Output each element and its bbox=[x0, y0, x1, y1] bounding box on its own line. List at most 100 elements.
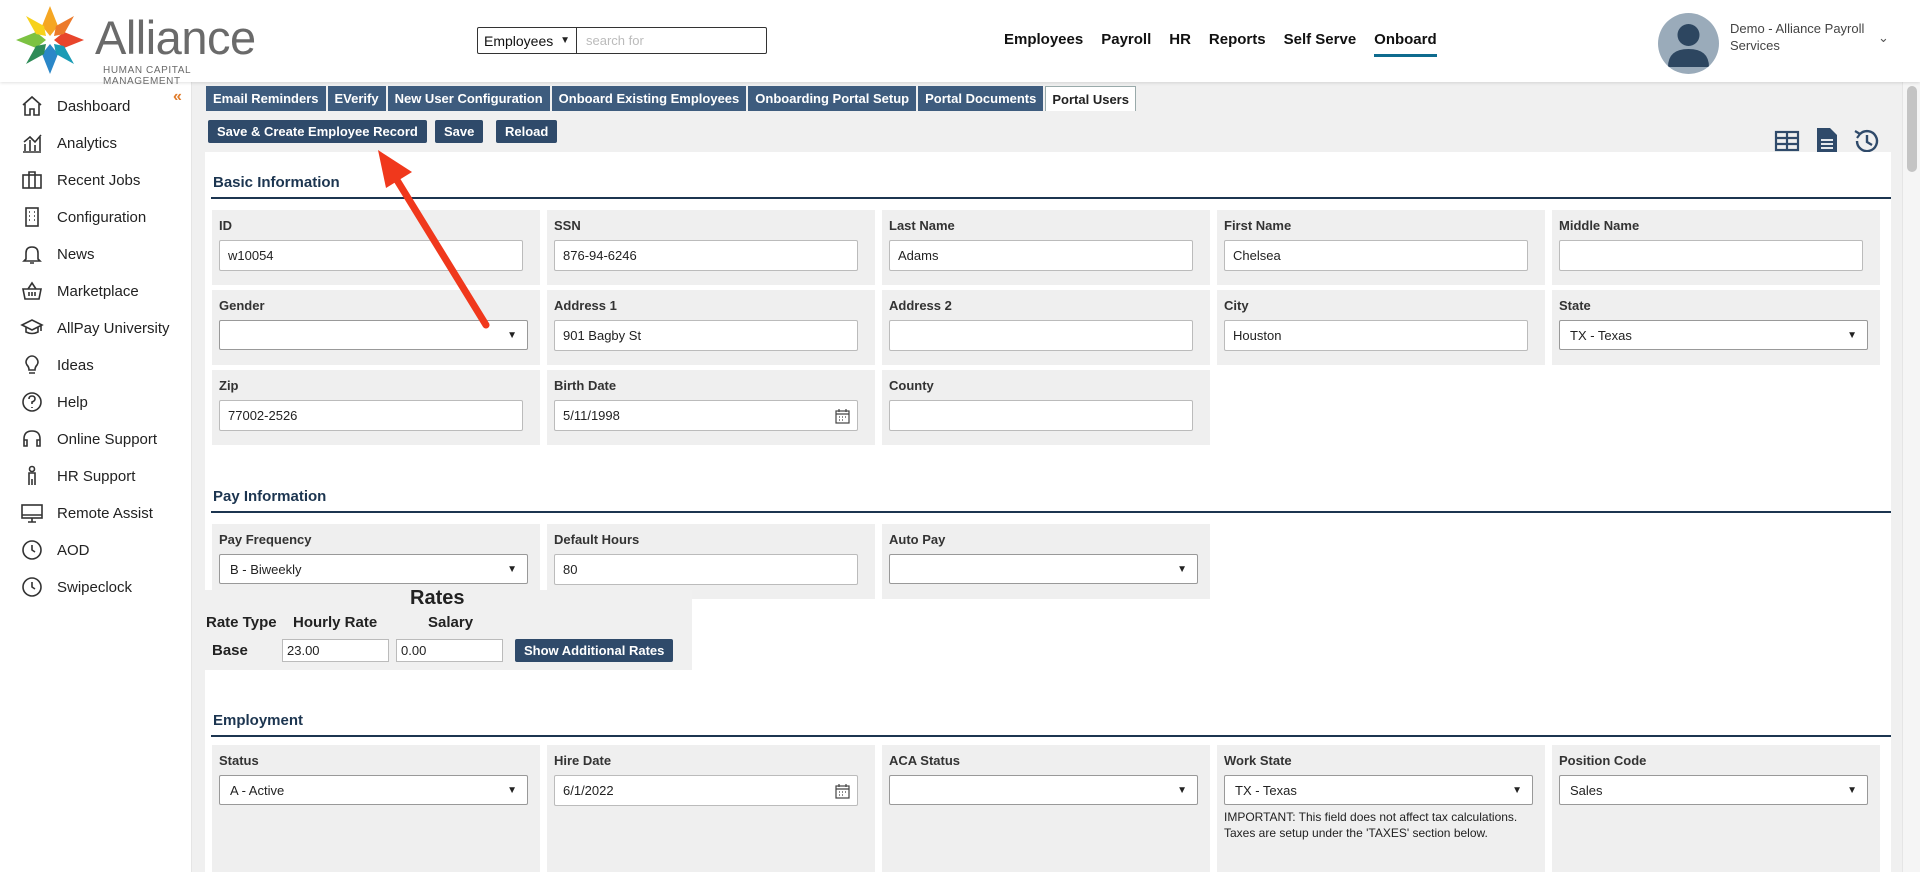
birth-date-input[interactable]: 5/11/1998 bbox=[554, 400, 858, 431]
rates-title: Rates bbox=[410, 587, 465, 609]
hourly-rate-input[interactable]: 23.00 bbox=[282, 639, 389, 662]
scrollbar-thumb[interactable] bbox=[1907, 86, 1917, 172]
home-icon bbox=[22, 95, 42, 116]
logo-text: Alliance bbox=[95, 11, 256, 64]
save-create-employee-button[interactable]: Save & Create Employee Record bbox=[208, 120, 427, 143]
field-address2: Address 2 bbox=[882, 290, 1210, 365]
sidebar-item-swipeclock[interactable]: Swipeclock bbox=[20, 572, 132, 602]
user-menu-chevron-icon[interactable]: ⌄ bbox=[1878, 30, 1889, 46]
field-first-name: First Name Chelsea bbox=[1217, 210, 1545, 285]
sidebar: « Dashboard Analytics Recent Jobs Config… bbox=[0, 82, 192, 872]
aca-status-select[interactable]: ▼ bbox=[889, 775, 1198, 805]
address2-input[interactable] bbox=[889, 320, 1193, 351]
last-name-input[interactable]: Adams bbox=[889, 240, 1193, 271]
city-input[interactable]: Houston bbox=[1224, 320, 1528, 351]
tab-onboard-existing-employees[interactable]: Onboard Existing Employees bbox=[551, 86, 747, 111]
nav-hr[interactable]: HR bbox=[1169, 31, 1191, 57]
field-label: City bbox=[1224, 298, 1249, 313]
top-header: Alliance HUMAN CAPITAL MANAGEMENT Employ… bbox=[0, 0, 1920, 87]
building-icon bbox=[25, 207, 39, 227]
global-search: Employees ▼ search for bbox=[477, 27, 767, 54]
salary-input[interactable]: 0.00 bbox=[396, 639, 503, 662]
field-label: Pay Frequency bbox=[219, 532, 312, 547]
address1-input[interactable]: 901 Bagby St bbox=[554, 320, 858, 351]
onboard-tabs: Email Reminders EVerify New User Configu… bbox=[206, 86, 1138, 111]
sidebar-item-configuration[interactable]: Configuration bbox=[20, 202, 146, 232]
calendar-icon[interactable] bbox=[835, 408, 851, 424]
sidebar-item-analytics[interactable]: Analytics bbox=[20, 128, 117, 158]
search-input[interactable]: search for bbox=[577, 27, 767, 54]
search-scope-select[interactable]: Employees ▼ bbox=[477, 27, 577, 54]
collapse-sidebar-icon[interactable]: « bbox=[173, 88, 182, 106]
main-area: Email Reminders EVerify New User Configu… bbox=[192, 82, 1902, 872]
tab-onboarding-portal-setup[interactable]: Onboarding Portal Setup bbox=[748, 86, 917, 111]
reload-button[interactable]: Reload bbox=[496, 120, 558, 143]
tab-portal-documents[interactable]: Portal Documents bbox=[918, 86, 1044, 111]
sidebar-item-label: Marketplace bbox=[57, 282, 139, 300]
sidebar-item-help[interactable]: Help bbox=[20, 387, 88, 417]
calendar-icon[interactable] bbox=[835, 783, 851, 799]
work-state-select[interactable]: TX - Texas ▼ bbox=[1224, 775, 1533, 805]
sidebar-item-hr-support[interactable]: HR Support bbox=[20, 461, 135, 491]
sidebar-item-aod[interactable]: AOD bbox=[20, 535, 90, 565]
nav-payroll[interactable]: Payroll bbox=[1101, 31, 1151, 57]
basket-icon bbox=[22, 281, 42, 300]
field-status: Status A - Active ▼ bbox=[212, 745, 540, 872]
field-label: Birth Date bbox=[554, 378, 617, 393]
default-hours-input[interactable]: 80 bbox=[554, 554, 858, 585]
field-position-code: Position Code Sales ▼ bbox=[1552, 745, 1880, 872]
person-icon bbox=[28, 465, 36, 485]
chevron-down-icon: ▼ bbox=[1177, 563, 1187, 575]
status-select[interactable]: A - Active ▼ bbox=[219, 775, 528, 805]
page-scrollbar[interactable] bbox=[1902, 82, 1920, 872]
nav-self-serve[interactable]: Self Serve bbox=[1284, 31, 1357, 57]
field-label: County bbox=[889, 378, 934, 393]
work-state-note: IMPORTANT: This field does not affect ta… bbox=[1224, 810, 1518, 840]
id-input[interactable]: w10054 bbox=[219, 240, 523, 271]
field-label: First Name bbox=[1224, 218, 1292, 233]
sidebar-item-remote-assist[interactable]: Remote Assist bbox=[20, 498, 153, 528]
show-additional-rates-button[interactable]: Show Additional Rates bbox=[515, 639, 674, 662]
sidebar-item-online-support[interactable]: Online Support bbox=[20, 424, 157, 454]
gender-select[interactable]: ▼ bbox=[219, 320, 528, 350]
alliance-logo[interactable]: Alliance HUMAN CAPITAL MANAGEMENT bbox=[10, 2, 256, 87]
user-name[interactable]: Demo - Alliance Payroll Services bbox=[1730, 20, 1880, 54]
nav-reports[interactable]: Reports bbox=[1209, 31, 1266, 57]
ssn-input[interactable]: 876-94-6246 bbox=[554, 240, 858, 271]
briefcase-icon bbox=[22, 171, 42, 189]
save-button[interactable]: Save bbox=[435, 120, 484, 143]
field-pay-frequency: Pay Frequency B - Biweekly ▼ bbox=[212, 524, 540, 599]
field-label: Last Name bbox=[889, 218, 955, 233]
middle-name-input[interactable] bbox=[1559, 240, 1863, 271]
sidebar-item-recent-jobs[interactable]: Recent Jobs bbox=[20, 165, 140, 195]
logo-mark-icon bbox=[16, 6, 84, 74]
field-label: ACA Status bbox=[889, 753, 961, 768]
salary-header: Salary bbox=[428, 614, 474, 631]
pay-frequency-select[interactable]: B - Biweekly ▼ bbox=[219, 554, 528, 584]
field-zip: Zip 77002-2526 bbox=[212, 370, 540, 445]
sidebar-item-news[interactable]: News bbox=[20, 239, 95, 269]
base-rate-label: Base bbox=[212, 642, 248, 659]
field-label: Work State bbox=[1224, 753, 1292, 768]
first-name-input[interactable]: Chelsea bbox=[1224, 240, 1528, 271]
tab-portal-users[interactable]: Portal Users bbox=[1045, 86, 1136, 111]
tab-email-reminders[interactable]: Email Reminders bbox=[206, 86, 326, 111]
state-select[interactable]: TX - Texas ▼ bbox=[1559, 320, 1868, 350]
sidebar-item-ideas[interactable]: Ideas bbox=[20, 350, 94, 380]
sidebar-item-allpay-university[interactable]: AllPay University bbox=[20, 313, 170, 343]
position-code-select[interactable]: Sales ▼ bbox=[1559, 775, 1868, 805]
tab-new-user-configuration[interactable]: New User Configuration bbox=[387, 86, 550, 111]
auto-pay-select[interactable]: ▼ bbox=[889, 554, 1198, 584]
field-birth-date: Birth Date 5/11/1998 bbox=[547, 370, 875, 445]
avatar[interactable] bbox=[1658, 13, 1719, 74]
sidebar-item-marketplace[interactable]: Marketplace bbox=[20, 276, 139, 306]
sidebar-item-dashboard[interactable]: Dashboard bbox=[20, 91, 130, 121]
zip-input[interactable]: 77002-2526 bbox=[219, 400, 523, 431]
tab-everify[interactable]: EVerify bbox=[327, 86, 386, 111]
nav-onboard[interactable]: Onboard bbox=[1374, 31, 1437, 57]
county-input[interactable] bbox=[889, 400, 1193, 431]
nav-employees[interactable]: Employees bbox=[1004, 31, 1083, 57]
hire-date-input[interactable]: 6/1/2022 bbox=[554, 775, 858, 806]
section-title-employment: Employment bbox=[213, 712, 304, 729]
chevron-down-icon: ▼ bbox=[507, 784, 517, 796]
